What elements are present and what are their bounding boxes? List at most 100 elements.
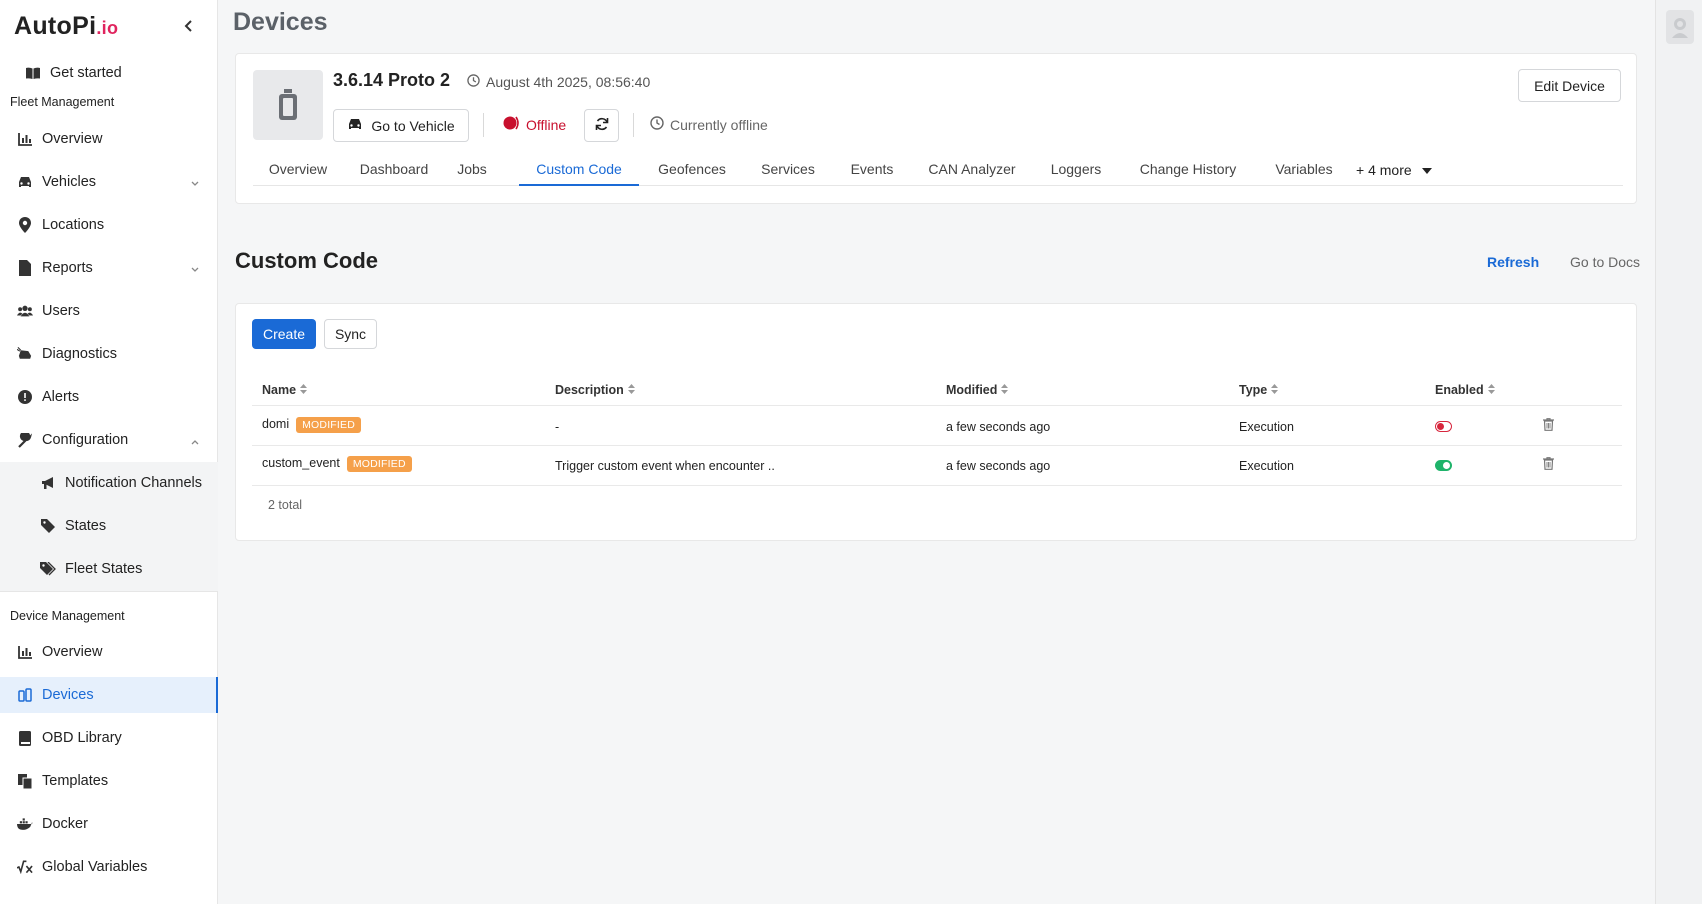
page-title: Devices — [233, 8, 328, 36]
column-header-enabled[interactable]: Enabled — [1435, 383, 1495, 397]
sidebar-item-label: OBD Library — [42, 730, 122, 746]
sort-icon — [627, 383, 635, 397]
tab-overview[interactable]: Overview — [253, 154, 343, 186]
row-divider — [252, 485, 1622, 486]
chevron-up-icon — [190, 434, 200, 450]
sidebar-item-diagnostics[interactable]: Diagnostics — [0, 336, 218, 372]
edit-device-button[interactable]: Edit Device — [1518, 69, 1621, 102]
sidebar-item-device-overview[interactable]: Overview — [0, 634, 218, 670]
device-timestamp: August 4th 2025, 08:56:40 — [467, 74, 650, 90]
row-name-cell: domi MODIFIED — [262, 417, 362, 433]
clock-icon — [467, 74, 480, 90]
sync-button[interactable]: Sync — [324, 319, 377, 349]
sort-icon — [300, 383, 308, 397]
car-icon — [17, 174, 33, 190]
section-title: Custom Code — [235, 248, 378, 273]
tab-dashboard[interactable]: Dashboard — [351, 154, 437, 186]
column-header-type[interactable]: Type — [1239, 383, 1279, 397]
go-to-docs-link[interactable]: Go to Docs — [1570, 254, 1640, 270]
tab-jobs[interactable]: Jobs — [447, 154, 497, 186]
sidebar-item-users[interactable]: Users — [0, 293, 218, 329]
sidebar-item-label: Devices — [42, 687, 94, 703]
device-header-card: 3.6.14 Proto 2 August 4th 2025, 08:56:40… — [235, 53, 1637, 204]
sidebar-item-label: Configuration — [42, 432, 129, 448]
sort-icon — [1487, 383, 1495, 397]
sidebar-item-configuration[interactable]: Configuration — [0, 422, 218, 458]
sidebar-item-templates[interactable]: Templates — [0, 763, 218, 799]
row-divider — [252, 445, 1622, 446]
go-to-vehicle-button[interactable]: Go to Vehicle — [333, 109, 469, 142]
devices-icon — [17, 687, 33, 703]
book-icon — [25, 65, 41, 81]
sidebar-item-global-variables[interactable]: Global Variables — [0, 849, 218, 885]
column-header-description[interactable]: Description — [555, 383, 635, 397]
sidebar-item-label: Templates — [42, 773, 109, 789]
tab-change-history[interactable]: Change History — [1128, 154, 1248, 186]
sidebar-item-fleet-states[interactable]: Fleet States — [0, 551, 218, 587]
trash-icon[interactable] — [1543, 418, 1554, 434]
copy-icon — [17, 773, 33, 789]
connection-status: Currently offline — [650, 116, 768, 133]
enabled-toggle-on[interactable] — [1435, 460, 1452, 471]
column-header-modified[interactable]: Modified — [946, 383, 1009, 397]
row-type: Execution — [1239, 459, 1294, 473]
chevron-down-icon — [190, 262, 200, 278]
section-fleet-management: Fleet Management — [10, 95, 115, 109]
refresh-status-button[interactable] — [584, 109, 619, 142]
sidebar-item-label: Alerts — [42, 389, 80, 405]
modified-badge: MODIFIED — [296, 417, 362, 433]
chart-icon — [17, 131, 33, 147]
sidebar-item-vehicles[interactable]: Vehicles — [0, 164, 218, 200]
chevron-down-icon — [190, 176, 200, 192]
divider — [483, 113, 484, 137]
car-crash-icon — [17, 346, 33, 362]
tab-loggers[interactable]: Loggers — [1041, 154, 1111, 186]
sidebar-item-docker[interactable]: Docker — [0, 806, 218, 842]
collapse-sidebar-icon[interactable] — [180, 16, 198, 36]
section-device-management: Device Management — [10, 609, 125, 623]
sidebar-item-devices[interactable]: Devices — [0, 677, 218, 713]
trash-icon[interactable] — [1543, 457, 1554, 473]
sidebar-item-reports[interactable]: Reports — [0, 250, 218, 286]
column-header-name[interactable]: Name — [262, 383, 308, 397]
row-type: Execution — [1239, 420, 1294, 434]
row-description: Trigger custom event when encounter .. — [555, 459, 775, 473]
tab-services[interactable]: Services — [752, 154, 824, 186]
users-icon — [17, 303, 33, 319]
enabled-toggle-off[interactable] — [1435, 421, 1452, 432]
row-modified: a few seconds ago — [946, 420, 1051, 434]
sync-icon — [595, 117, 609, 134]
tab-variables[interactable]: Variables — [1264, 154, 1344, 186]
tab-more-dropdown[interactable]: + 4 more — [1356, 154, 1456, 186]
divider — [633, 113, 634, 137]
tab-custom-code[interactable]: Custom Code — [519, 154, 639, 186]
file-icon — [17, 260, 33, 276]
refresh-link[interactable]: Refresh — [1487, 254, 1539, 270]
autopi-logo[interactable]: AutoPi.io — [14, 12, 118, 41]
megaphone-icon — [40, 475, 56, 491]
tab-events[interactable]: Events — [841, 154, 903, 186]
book-closed-icon — [17, 730, 33, 746]
alert-circle-icon — [17, 389, 33, 405]
chart-icon — [17, 644, 33, 660]
right-rail — [1655, 0, 1702, 904]
map-pin-icon — [17, 217, 33, 233]
sidebar-item-states[interactable]: States — [0, 508, 218, 544]
sidebar-item-alerts[interactable]: Alerts — [0, 379, 218, 415]
docker-icon — [17, 816, 33, 832]
tab-can-analyzer[interactable]: CAN Analyzer — [920, 154, 1024, 186]
device-tabs: Overview Dashboard Jobs Custom Code Geof… — [253, 154, 1623, 186]
sidebar-item-label: Reports — [42, 260, 93, 276]
tab-geofences[interactable]: Geofences — [649, 154, 735, 186]
caret-down-icon — [1421, 155, 1432, 185]
row-description: - — [555, 420, 560, 434]
sidebar-item-label: Overview — [42, 131, 103, 147]
avatar[interactable] — [1666, 10, 1694, 44]
modified-badge: MODIFIED — [346, 456, 412, 472]
sidebar-item-get-started[interactable]: Get started — [0, 55, 218, 91]
create-button[interactable]: Create — [252, 319, 316, 349]
sidebar-item-obd-library[interactable]: OBD Library — [0, 720, 218, 756]
sidebar-item-locations[interactable]: Locations — [0, 207, 218, 243]
sidebar-item-fleet-overview[interactable]: Overview — [0, 121, 218, 157]
sidebar-item-notification-channels[interactable]: Notification Channels — [0, 465, 218, 501]
